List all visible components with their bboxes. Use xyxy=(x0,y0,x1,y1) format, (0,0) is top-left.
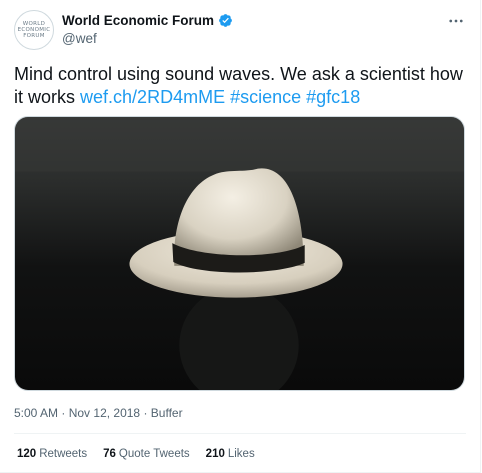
retweets-stat[interactable]: 120 Retweets xyxy=(17,448,87,460)
retweets-count: 120 xyxy=(17,448,37,460)
tweet-meta: 5:00 AM · Nov 12, 2018 · Buffer xyxy=(14,406,183,420)
tweet-card: WORLD ECONOMIC FORUM World Economic Foru… xyxy=(0,0,481,473)
quote-tweets-count: 76 xyxy=(103,448,116,460)
tweet-time[interactable]: 5:00 AM xyxy=(14,406,58,420)
author-name[interactable]: World Economic Forum xyxy=(62,13,214,28)
tweet-date[interactable]: Nov 12, 2018 xyxy=(69,406,140,420)
more-options-button[interactable] xyxy=(446,12,466,30)
avatar-line-3: FORUM xyxy=(23,33,45,39)
retweets-label: Retweets xyxy=(39,448,88,460)
likes-stat[interactable]: 210 Likes xyxy=(206,448,255,460)
likes-count: 210 xyxy=(205,448,225,460)
tweet-stats: 120 Retweets 76 Quote Tweets 210 Likes xyxy=(17,448,255,460)
meta-separator-2: · xyxy=(143,406,148,420)
quote-tweets-stat[interactable]: 76 Quote Tweets xyxy=(103,448,190,460)
hat-photo-icon xyxy=(15,117,464,390)
tweet-image[interactable] xyxy=(14,116,465,391)
tweet-source[interactable]: Buffer xyxy=(151,406,183,420)
tweet-text: Mind control using sound waves. We ask a… xyxy=(14,63,464,109)
hashtag-science[interactable]: #science xyxy=(230,87,301,107)
verified-badge-icon xyxy=(219,14,232,27)
tweet-link[interactable]: wef.ch/2RD4mME xyxy=(80,87,225,107)
meta-separator-1: · xyxy=(61,406,66,420)
author-row: World Economic Forum xyxy=(62,13,233,28)
quote-tweets-label: Quote Tweets xyxy=(118,448,190,460)
author-handle[interactable]: @wef xyxy=(62,31,97,46)
more-dots-icon xyxy=(449,19,463,23)
divider xyxy=(14,433,466,434)
avatar[interactable]: WORLD ECONOMIC FORUM xyxy=(14,10,54,50)
hashtag-gfc18[interactable]: #gfc18 xyxy=(306,87,360,107)
likes-label: Likes xyxy=(227,448,255,460)
